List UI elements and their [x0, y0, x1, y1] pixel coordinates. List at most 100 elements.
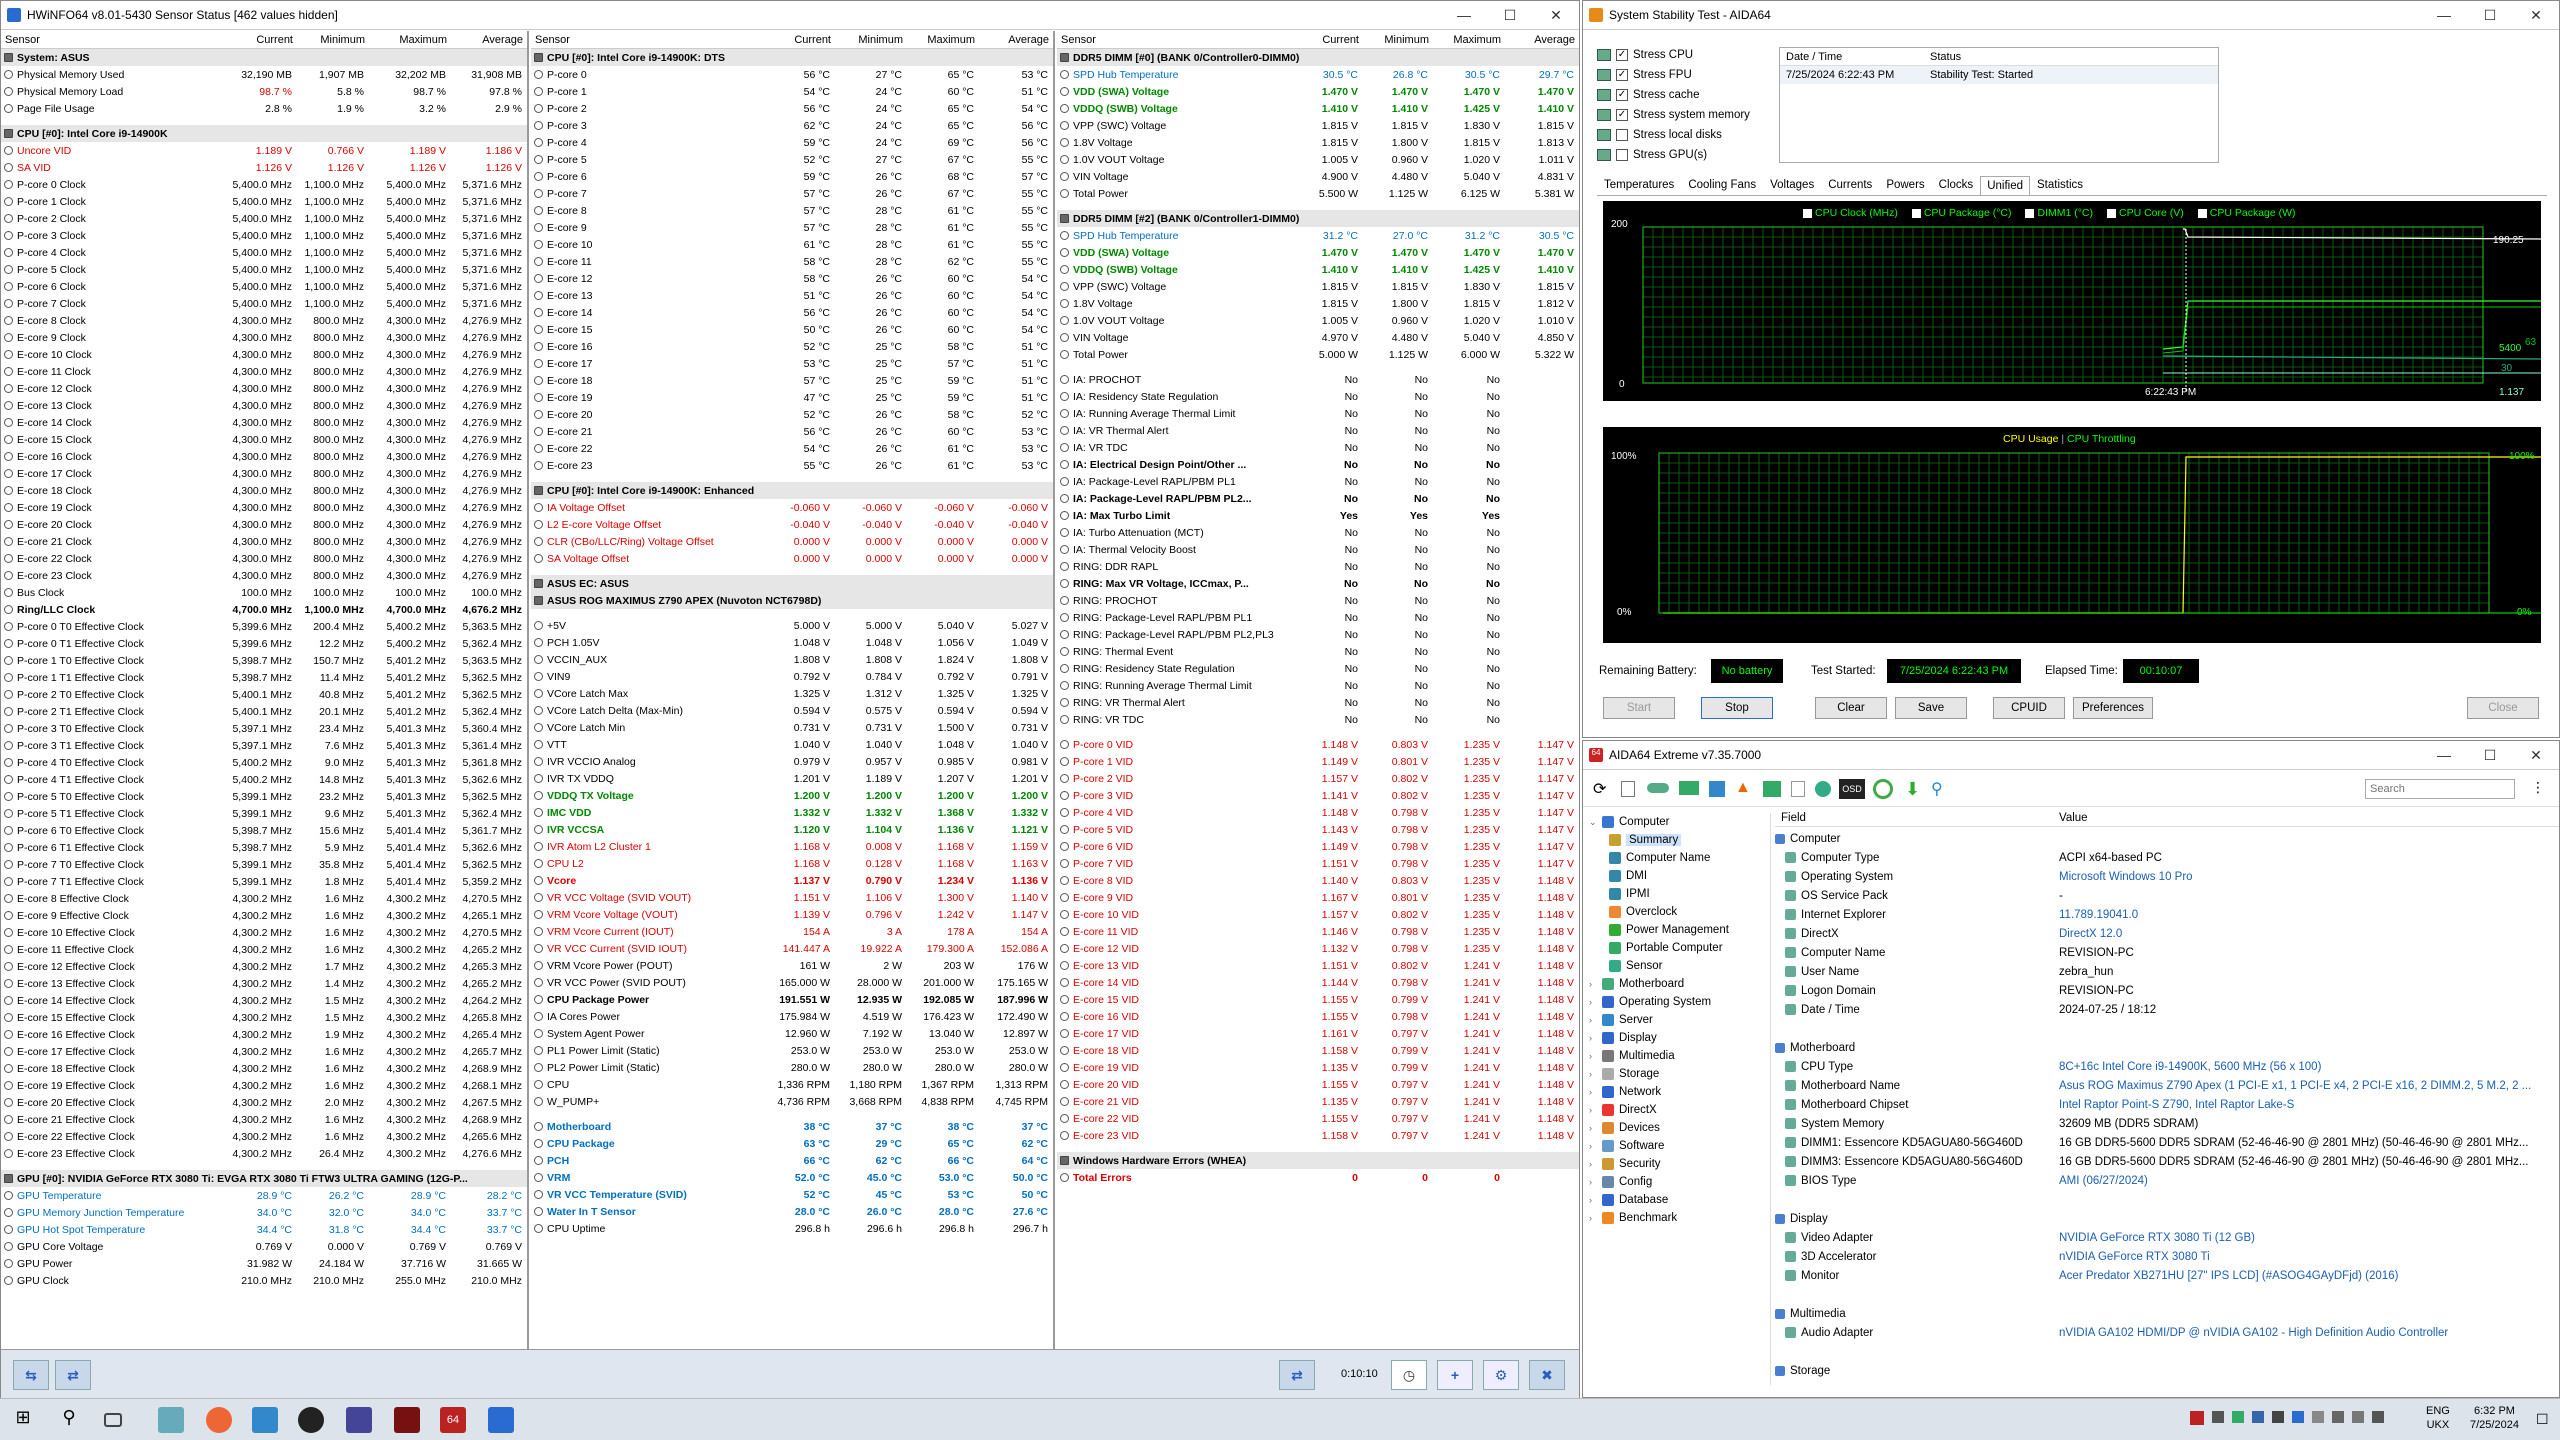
collapse-icon[interactable] [534, 53, 543, 62]
sensor-row[interactable]: VDDQ TX Voltage 1.200 V 1.200 V 1.200 V 1.20… [531, 787, 1053, 804]
sensor-row[interactable]: PL1 Power Limit (Static) 253.0 W 253.0 W 25… [531, 1042, 1053, 1059]
sensor-row[interactable]: CPU Uptime 296.8 h 296.6 h 296.8 h 296.7 h [531, 1220, 1053, 1237]
sensor-row[interactable]: P-core 6 VID 1.149 V 0.798 V 1.235 V 1.147 V [1057, 838, 1579, 855]
settings-icon[interactable]: ⚙ [1483, 1360, 1519, 1390]
sensor-row[interactable]: VDDQ (SWB) Voltage 1.410 V 1.410 V 1.425 V1… [1057, 261, 1579, 278]
sensor-row[interactable]: E-core 12 Clock 4,300.0 MHz 800.0 MHz 4,300… [1, 380, 527, 397]
stress-option[interactable]: ✓ Stress cache [1597, 85, 1777, 105]
explorer-icon[interactable] [158, 1407, 184, 1433]
sensor-row[interactable]: P-core 7 57 °C 26 °C 67 °C 55 °C [531, 185, 1053, 202]
field-value[interactable]: nVIDIA GeForce RTX 3080 Ti [2059, 1251, 2555, 1263]
flame-icon[interactable]: ▲ [1735, 779, 1751, 797]
tray-icon[interactable] [2212, 1411, 2224, 1423]
sensor-row[interactable]: VCCIN_AUX 1.808 V 1.808 V 1.824 V 1.808 V [531, 651, 1053, 668]
sensor-row[interactable]: VRM 52.0 °C 45.0 °C 53.0 °C 50.0 °C [531, 1169, 1053, 1186]
sensor-row[interactable]: SPD Hub Temperature 31.2 °C 27.0 °C 31.2 °C… [1057, 227, 1579, 244]
user-icon[interactable] [1815, 781, 1831, 797]
sensor-row[interactable]: Vcore 1.137 V 0.790 V 1.234 V 1.136 V [531, 872, 1053, 889]
sensor-row[interactable]: E-core 18 Effective Clock 4,300.2 MHz 1.6 … [1, 1060, 527, 1077]
sensor-row[interactable]: GPU Memory Junction Temperature 34.0 °C 32… [1, 1204, 527, 1221]
sensor-row[interactable]: E-core 20 Clock 4,300.0 MHz 800.0 MHz 4,300… [1, 516, 527, 533]
stability-titlebar[interactable]: System Stability Test - AIDA64 — ☐ ✕ [1583, 1, 2559, 30]
sensor-row[interactable]: E-core 10 VID 1.157 V 0.802 V 1.235 V 1.148 … [1057, 906, 1579, 923]
sensor-row[interactable]: E-core 8 Clock 4,300.0 MHz 800.0 MHz 4,300.… [1, 312, 527, 329]
field-row[interactable]: OS Service Pack - [1775, 886, 2555, 905]
tab-temperatures[interactable]: Temperatures [1597, 175, 1681, 195]
sensor-row[interactable]: VIN Voltage 4.900 V 4.480 V 5.040 V 4.831 V [1057, 168, 1579, 185]
sensor-row[interactable]: IVR VCCSA 1.120 V 1.104 V 1.136 V 1.121 V [531, 821, 1053, 838]
sensor-row[interactable]: VRM Vcore Current (IOUT) 154 A3 A 178 A 154… [531, 923, 1053, 940]
sensor-row[interactable]: IA: Residency State Regulation No No No [1057, 388, 1579, 405]
field-value[interactable]: 11.789.19041.0 [2059, 909, 2555, 921]
field-row[interactable]: User Name zebra_hun [1775, 962, 2555, 981]
sensor-row[interactable]: P-core 3 62 °C 24 °C 65 °C 56 °C [531, 117, 1053, 134]
graph-tabs[interactable]: Temperatures Cooling Fans Voltages Currents… [1597, 176, 2547, 196]
sensor-row[interactable]: E-core 22 VID 1.155 V 0.797 V 1.241 V 1.148 … [1057, 1110, 1579, 1127]
sensor-group-header[interactable]: CPU [#0]: Intel Core i9-14900K: DTS [531, 49, 1053, 66]
sensor-row[interactable]: Total Errors 0 0 0 [1057, 1169, 1579, 1186]
sensor-row[interactable]: VCore Latch Delta (Max-Min) 0.594 V 0.575 … [531, 702, 1053, 719]
sensor-row[interactable]: IMC VDD 1.332 V 1.332 V 1.368 V 1.332 V [531, 804, 1053, 821]
sensor-row[interactable]: E-core 13 Clock 4,300.0 MHz 800.0 MHz 4,300… [1, 397, 527, 414]
sensor-row[interactable]: E-core 23 Effective Clock 4,300.2 MHz 26.4… [1, 1145, 527, 1162]
sensor-row[interactable]: VDD (SWA) Voltage 1.470 V 1.470 V 1.470 V 1.… [1057, 244, 1579, 261]
sensor-row[interactable]: E-core 17 Clock 4,300.0 MHz 800.0 MHz 4,300… [1, 465, 527, 482]
chevron-right-icon[interactable]: › [1589, 979, 1597, 989]
chevron-right-icon[interactable]: › [1589, 1087, 1597, 1097]
tab-voltages[interactable]: Voltages [1763, 175, 1821, 195]
sensor-row[interactable]: E-core 16 VID 1.155 V 0.798 V 1.241 V 1.148 … [1057, 1008, 1579, 1025]
group-row[interactable]: Computer [1775, 829, 2555, 848]
sensor-row[interactable]: PL2 Power Limit (Static) 280.0 W 280.0 W 28… [531, 1059, 1053, 1076]
sensor-row[interactable]: E-core 12 58 °C 26 °C 60 °C 54 °C [531, 270, 1053, 287]
sensor-row[interactable]: VIN9 0.792 V 0.784 V 0.792 V 0.791 V [531, 668, 1053, 685]
maximize-button[interactable]: ☐ [1487, 7, 1533, 24]
tree-item-motherboard[interactable]: › Motherboard [1587, 975, 1770, 993]
start-button[interactable]: Start [1603, 697, 1675, 719]
sensor-row[interactable]: CPU Package Power 191.551 W 12.935 W 192.08… [531, 991, 1053, 1008]
sensor-row[interactable]: E-core 20 52 °C 26 °C 58 °C 52 °C [531, 406, 1053, 423]
column-header[interactable]: Sensor Current Minimum Maximum Average [531, 31, 1053, 49]
report-icon[interactable] [1621, 781, 1635, 797]
sensor-row[interactable]: E-core 21 Effective Clock 4,300.2 MHz 1.6 … [1, 1111, 527, 1128]
chevron-right-icon[interactable]: › [1589, 1105, 1597, 1115]
collapse-icon[interactable] [1060, 1156, 1069, 1165]
tray-icon[interactable] [2312, 1411, 2324, 1423]
sensor-row[interactable]: E-core 10 Clock 4,300.0 MHz 800.0 MHz 4,300… [1, 346, 527, 363]
sensor-row[interactable]: E-core 14 VID 1.144 V 0.798 V 1.241 V 1.148 … [1057, 974, 1579, 991]
sensor-row[interactable]: P-core 2 56 °C 24 °C 65 °C 54 °C [531, 100, 1053, 117]
sensor-row[interactable]: Motherboard 38 °C 37 °C 38 °C 37 °C [531, 1118, 1053, 1135]
sensor-row[interactable]: E-core 14 56 °C 26 °C 60 °C 54 °C [531, 304, 1053, 321]
sensor-row[interactable]: Physical Memory Load 98.7 % 5.8 % 98.7 % 97.… [1, 83, 527, 100]
header-sensor[interactable]: Sensor [1057, 34, 1291, 46]
save-button[interactable]: Save [1895, 697, 1967, 719]
sensor-row[interactable]: PCH 66 °C 62 °C 66 °C 64 °C [531, 1152, 1053, 1169]
sensor-row[interactable]: E-core 11 VID 1.146 V 0.798 V 1.235 V 1.148 … [1057, 923, 1579, 940]
sensor-row[interactable]: E-core 12 VID 1.132 V 0.798 V 1.235 V 1.148 … [1057, 940, 1579, 957]
tree-item-security[interactable]: › Security [1587, 1155, 1770, 1173]
sensor-row[interactable]: VR VCC Current (SVID IOUT) 141.447 A 19.92… [531, 940, 1053, 957]
sensor-row[interactable]: E-core 17 53 °C 25 °C 57 °C 51 °C [531, 355, 1053, 372]
sensor-row[interactable]: GPU Temperature 28.9 °C 26.2 °C 28.9 °C 28.2… [1, 1187, 527, 1204]
sensor-row[interactable]: E-core 18 VID 1.158 V 0.799 V 1.241 V 1.148 … [1057, 1042, 1579, 1059]
sensor-row[interactable]: RING: Package-Level RAPL/PBM PL2,PL3 No No… [1057, 626, 1579, 643]
sensor-row[interactable]: E-core 13 Effective Clock 4,300.2 MHz 1.4 … [1, 975, 527, 992]
group-row[interactable]: Motherboard [1775, 1038, 2555, 1057]
sensor-row[interactable]: P-core 2 T0 Effective Clock 5,400.1 MHz 40… [1, 686, 527, 703]
chevron-right-icon[interactable]: › [1589, 1213, 1597, 1223]
chevron-right-icon[interactable]: › [1589, 1123, 1597, 1133]
sensor-row[interactable]: IA: Max Turbo Limit Yes Yes Yes [1057, 507, 1579, 524]
field-row[interactable]: Monitor Acer Predator XB271HU [27" IPS LC… [1775, 1266, 2555, 1285]
sensor-group-header[interactable]: Windows Hardware Errors (WHEA) [1057, 1152, 1579, 1169]
sensor-row[interactable]: P-core 2 Clock 5,400.0 MHz 1,100.0 MHz 5,40… [1, 210, 527, 227]
sensor-row[interactable]: P-core 0 56 °C 27 °C 65 °C 53 °C [531, 66, 1053, 83]
tree-item-benchmark[interactable]: › Benchmark [1587, 1209, 1770, 1227]
tree-item-computer-name[interactable]: Computer Name [1587, 849, 1770, 867]
sensor-group-header[interactable]: DDR5 DIMM [#0] (BANK 0/Controller0-DIMM0… [1057, 49, 1579, 66]
chip-icon[interactable] [1763, 781, 1781, 797]
tree-item-ipmi[interactable]: IPMI [1587, 885, 1770, 903]
sensor-row[interactable]: E-core 12 Effective Clock 4,300.2 MHz 1.7 … [1, 958, 527, 975]
checkbox[interactable]: ✓ [1616, 89, 1628, 101]
sensor-row[interactable]: E-core 8 VID 1.140 V 0.803 V 1.235 V 1.148 V [1057, 872, 1579, 889]
sensor-row[interactable]: P-core 1 T0 Effective Clock 5,398.7 MHz 15… [1, 652, 527, 669]
language-indicator[interactable]: ENG UKX [2426, 1404, 2450, 1432]
